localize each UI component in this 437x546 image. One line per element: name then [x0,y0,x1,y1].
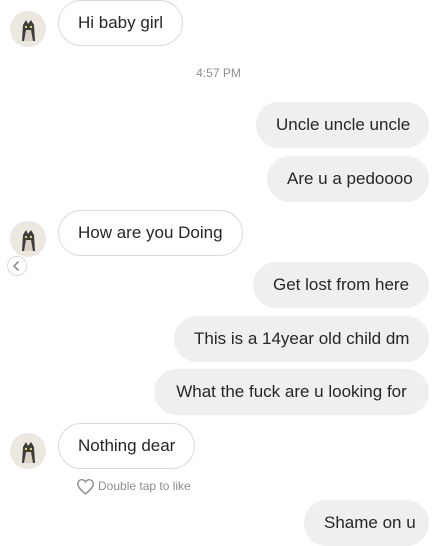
heart-outline-icon [77,478,94,495]
dm-thread: Hi baby girl 4:57 PM Uncle uncle uncle A… [0,0,437,546]
message-text: Are u a pedoooo [287,169,413,188]
message-text: Uncle uncle uncle [276,115,411,134]
cat-avatar-icon [10,221,46,257]
message-bubble-outgoing[interactable]: Are u a pedoooo [267,156,429,202]
message-bubble-incoming[interactable]: Hi baby girl [58,0,184,46]
sender-avatar[interactable] [10,221,46,257]
cat-avatar-icon [10,11,46,47]
message-text: Hi baby girl [78,13,164,32]
reply-arrow-icon[interactable] [7,256,27,276]
sender-avatar[interactable] [10,433,46,469]
like-hint-text: Double tap to like [98,479,191,493]
message-bubble-outgoing[interactable]: What the fuck are u looking for [154,369,429,415]
message-bubble-incoming[interactable]: How are you Doing [58,210,243,256]
message-text: How are you Doing [78,223,223,242]
message-bubble-outgoing[interactable]: Uncle uncle uncle [256,102,429,148]
message-text: Nothing dear [78,436,176,455]
message-text: Shame on u [324,513,416,532]
sender-avatar[interactable] [10,11,46,47]
message-text: What the fuck are u looking for [176,382,407,401]
message-bubble-outgoing[interactable]: Shame on u [304,500,429,546]
message-bubble-incoming[interactable]: Nothing dear [58,423,196,469]
cat-avatar-icon [10,433,46,469]
message-bubble-outgoing[interactable]: This is a 14year old child dm [174,316,429,362]
message-text: Get lost from here [273,275,410,294]
chevron-left-icon [12,261,19,271]
double-tap-to-like[interactable]: Double tap to like [76,476,191,496]
message-timestamp: 4:57 PM [196,66,241,80]
message-text: This is a 14year old child dm [194,329,410,348]
message-bubble-outgoing[interactable]: Get lost from here [253,262,429,308]
